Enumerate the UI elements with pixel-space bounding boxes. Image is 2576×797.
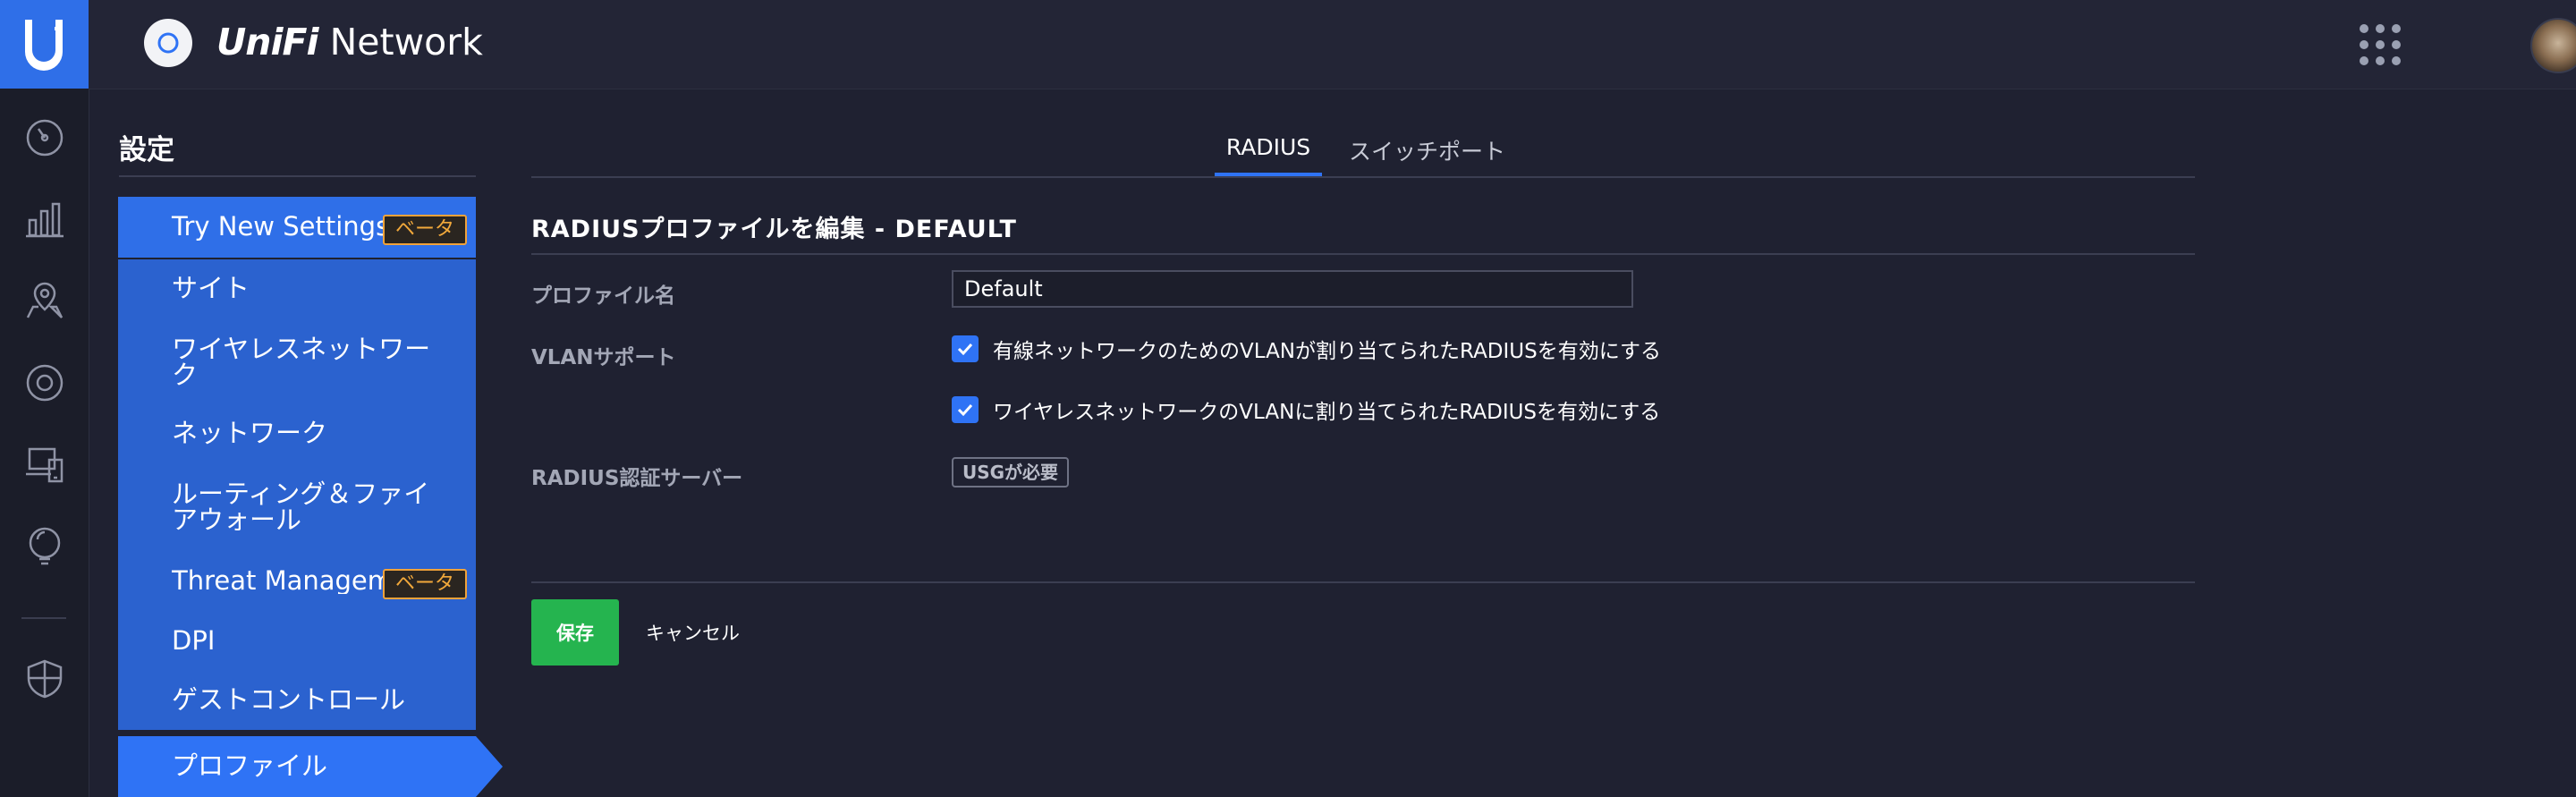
brand-suffix: Network (318, 21, 483, 64)
controller-icon[interactable] (144, 19, 192, 67)
sidebar-item-threat-management[interactable]: Threat Management ベータ (118, 551, 476, 612)
app-brand: UniFi Network (216, 21, 483, 64)
vlan-wireless-option[interactable]: ワイヤレスネットワークのVLANに割り当てられたRADIUSを有効にする (952, 395, 1660, 424)
title-divider (119, 175, 476, 177)
checkmark-icon (957, 403, 973, 417)
sidebar-item-label: DPI (172, 625, 216, 656)
vlan-support-label: VLANサポート (531, 346, 676, 369)
sidebar-item-label: プロファイル (172, 750, 328, 781)
sidebar-item-dpi[interactable]: DPI (118, 612, 476, 671)
beta-badge: ベータ (382, 215, 467, 245)
sidebar-item-networks[interactable]: ネットワーク (118, 404, 476, 463)
statistics-icon[interactable] (24, 199, 65, 240)
clients-icon[interactable] (24, 444, 65, 485)
sidebar-item-label: ネットワーク (172, 418, 328, 448)
sidebar-item-try-new-settings[interactable]: Try New Settings ベータ (118, 197, 476, 258)
save-button[interactable]: 保存 (531, 599, 619, 666)
sidebar-item-routing-firewall[interactable]: ルーティング＆ファイアウォール (118, 463, 476, 551)
top-bar: UniFi Network (89, 0, 2576, 89)
sidebar-item-label: ゲストコントロール (172, 684, 406, 715)
vlan-wireless-checkbox[interactable] (952, 396, 979, 423)
profile-name-input[interactable] (952, 270, 1633, 308)
vlan-wired-option[interactable]: 有線ネットワークのためのVLANが割り当てられたRADIUSを有効にする (952, 335, 1661, 363)
usg-required-tag: USGが必要 (952, 457, 1070, 488)
section-divider (531, 253, 2195, 255)
tab-switch-port[interactable]: スイッチポート (1349, 134, 1505, 166)
apps-grid-icon[interactable] (2357, 21, 2403, 68)
beta-badge: ベータ (382, 569, 467, 599)
left-nav-rail (0, 0, 89, 797)
sidebar-item-label: サイト (172, 273, 250, 303)
map-icon[interactable] (24, 280, 65, 321)
section-title: RADIUSプロファイルを編集 - DEFAULT (531, 216, 1017, 243)
page-title: 設定 (119, 134, 174, 166)
footer-divider (531, 581, 2195, 583)
active-item-arrow (476, 736, 503, 797)
sidebar-item-label: Threat Management (172, 568, 386, 594)
vlan-wired-label: 有線ネットワークのためのVLANが割り当てられたRADIUSを有効にする (993, 340, 1661, 363)
vlan-wired-checkbox[interactable] (952, 335, 979, 362)
profile-name-label: プロファイル名 (531, 284, 675, 308)
insights-icon[interactable] (24, 525, 65, 566)
rail-divider (21, 617, 66, 619)
radius-auth-server-label: RADIUS認証サーバー (531, 467, 743, 490)
sidebar-item-label: ワイヤレスネットワーク (172, 334, 431, 390)
dashboard-icon[interactable] (24, 117, 65, 158)
settings-sidebar: Try New Settings ベータ サイト ワイヤレスネットワーク ネット… (118, 197, 476, 797)
vlan-wireless-label: ワイヤレスネットワークのVLANに割り当てられたRADIUSを有効にする (993, 401, 1661, 424)
sidebar-item-profiles[interactable]: プロファイル (118, 736, 476, 797)
cancel-button[interactable]: キャンセル (640, 599, 745, 666)
ubiquiti-logo-icon[interactable] (0, 0, 89, 89)
tab-radius[interactable]: RADIUS (1215, 134, 1322, 160)
sidebar-item-guest-control[interactable]: ゲストコントロール (118, 671, 476, 730)
sidebar-item-site[interactable]: サイト (118, 259, 476, 318)
sidebar-item-wireless-networks[interactable]: ワイヤレスネットワーク (118, 318, 476, 404)
sidebar-item-label: ルーティング＆ファイアウォール (172, 479, 430, 535)
brand-prefix: UniFi (216, 21, 319, 64)
devices-icon[interactable] (24, 362, 65, 403)
tabs-divider (531, 176, 2195, 178)
security-icon[interactable] (24, 658, 65, 699)
avatar[interactable] (2530, 18, 2576, 73)
checkmark-icon (957, 343, 973, 356)
